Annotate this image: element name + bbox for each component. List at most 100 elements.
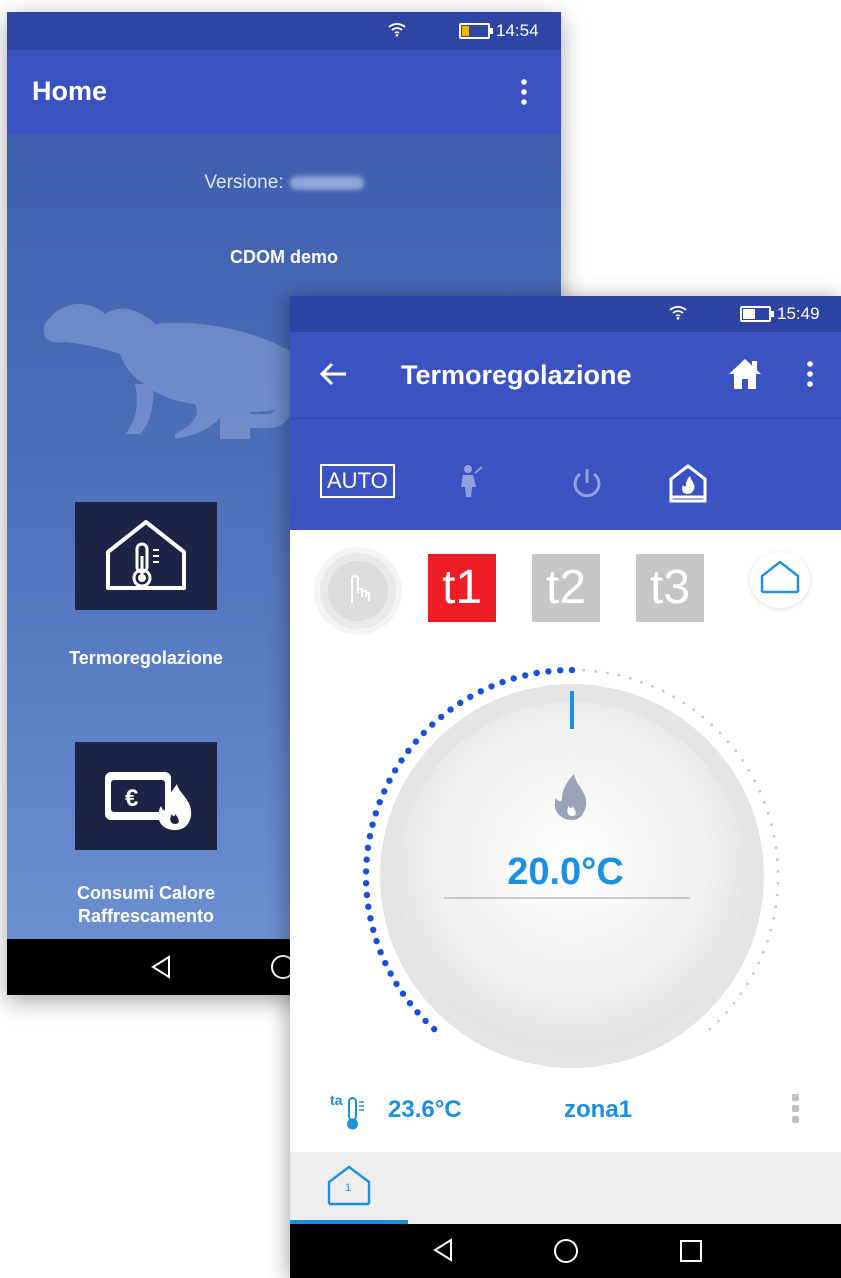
tile-label-termoregolazione: Termoregolazione [69,648,223,668]
dial-dot-active [398,757,405,764]
dial-dot [741,759,744,762]
dial-dot [732,1001,736,1005]
back-nav-icon[interactable] [150,954,172,985]
dial-dot-active [499,678,506,686]
version-row: Versione: [7,172,561,194]
termoregolazione-screen: 15:49 Termoregolazione AUTO t1 t2 t3 20.… [290,296,841,1278]
dial-dot [766,939,769,943]
back-arrow-icon[interactable] [318,361,348,392]
dial-dot [617,674,621,677]
status-time: 14:54 [496,21,539,40]
page-title: Home [32,76,108,106]
dial-dot-active [382,959,389,967]
heating-mode-icon[interactable] [668,463,708,508]
overflow-menu-icon[interactable] [519,78,529,111]
timeslot-t1[interactable]: t1 [428,554,496,622]
wifi-icon [668,304,688,325]
dial-dot-active [373,937,380,945]
manual-person-icon[interactable] [458,463,484,504]
dial-dot [758,789,762,793]
dial-dot [594,670,597,673]
dial-dot-active [406,1000,414,1007]
ambient-label: ta [330,1092,343,1108]
dial-dot [772,916,775,920]
dial-dot [775,893,779,897]
dial-dot [605,671,609,675]
ambient-temp: 23.6°C [388,1096,462,1123]
dial-dot [762,800,766,804]
dial-dot-active [381,788,388,795]
system-nav-bar [290,1224,841,1278]
dial-dot-active [366,833,374,840]
dial-dot-active [387,970,394,977]
dial-dot-active [533,669,540,677]
dial-dot-active [447,706,454,713]
dial-dot-active [422,1017,429,1025]
dial-dot-active [392,767,399,774]
dial-dot [582,668,586,672]
app-bar: Home [7,50,561,134]
dial-dot [661,689,665,693]
battery-icon [459,23,493,39]
dial-dot-active [376,799,383,806]
touch-finger-icon [328,561,388,621]
timeslot-t3[interactable]: t3 [636,554,704,622]
dial-dot-active [477,688,484,695]
dial-dot-active [412,738,420,745]
status-time: 15:49 [777,304,820,323]
dial-dot-active [377,949,384,956]
home-nav-icon[interactable] [552,1237,580,1270]
dial-dot-active [386,777,393,784]
dial-dot-active [393,980,400,988]
dial-dot [640,680,643,684]
dial-dot [717,1019,720,1023]
version-value-redacted [289,175,364,190]
dial-dot [752,972,755,975]
recents-nav-icon[interactable] [679,1239,703,1268]
dial-dot-active [372,810,379,817]
dial-dot-active [420,729,427,737]
dial-dot-active [399,990,407,997]
zone-options-icon[interactable] [790,1093,802,1130]
zone-home-button[interactable] [750,552,810,608]
manual-touch-button[interactable] [320,553,396,629]
tile-label-line: Raffrescamento [77,906,215,926]
dial-dot-active [429,721,436,728]
tile-label-consumi: Consumi Calore Raffrescamento [51,882,241,928]
termoregolazione-tile[interactable] [75,502,217,610]
timeslot-t2[interactable]: t2 [532,554,600,622]
version-label: Versione: [204,172,284,193]
dial-dot [766,811,770,815]
power-icon[interactable] [570,466,604,505]
house-thermometer-icon [106,520,186,590]
zone-tab-number: 1 [345,1182,352,1194]
dial-dot [747,768,751,772]
back-nav-icon[interactable] [432,1237,454,1268]
auto-mode-button[interactable]: AUTO [320,464,395,498]
overflow-menu-icon[interactable] [805,360,815,393]
dial-dot-active [367,915,374,922]
status-bar: 15:49 [290,296,841,332]
dial-dot [746,982,749,986]
zone-tab-bar: 1 [290,1152,841,1224]
dial-dot-active [365,903,372,910]
dial-dot-active [369,821,376,828]
dial-dot-active [522,672,529,679]
dial-dot-active [457,699,464,707]
dial-dot [692,708,695,711]
dial-dot [701,715,705,719]
zone-tab-1[interactable]: 1 [290,1152,408,1224]
dial-dot [739,992,743,996]
consumi-tile[interactable]: € [75,742,217,850]
dial-dot [774,846,778,850]
home-icon[interactable] [727,357,763,396]
dial-dot [762,950,765,954]
dial-dot [651,685,654,688]
page-title: Termoregolazione [401,360,632,390]
dial-dot [682,701,686,705]
battery-icon [740,306,774,322]
dial-dot [672,695,676,699]
dial-dot-active [488,683,495,690]
setpoint-value: 20.0°C [507,851,624,893]
dial-dot [628,677,632,680]
